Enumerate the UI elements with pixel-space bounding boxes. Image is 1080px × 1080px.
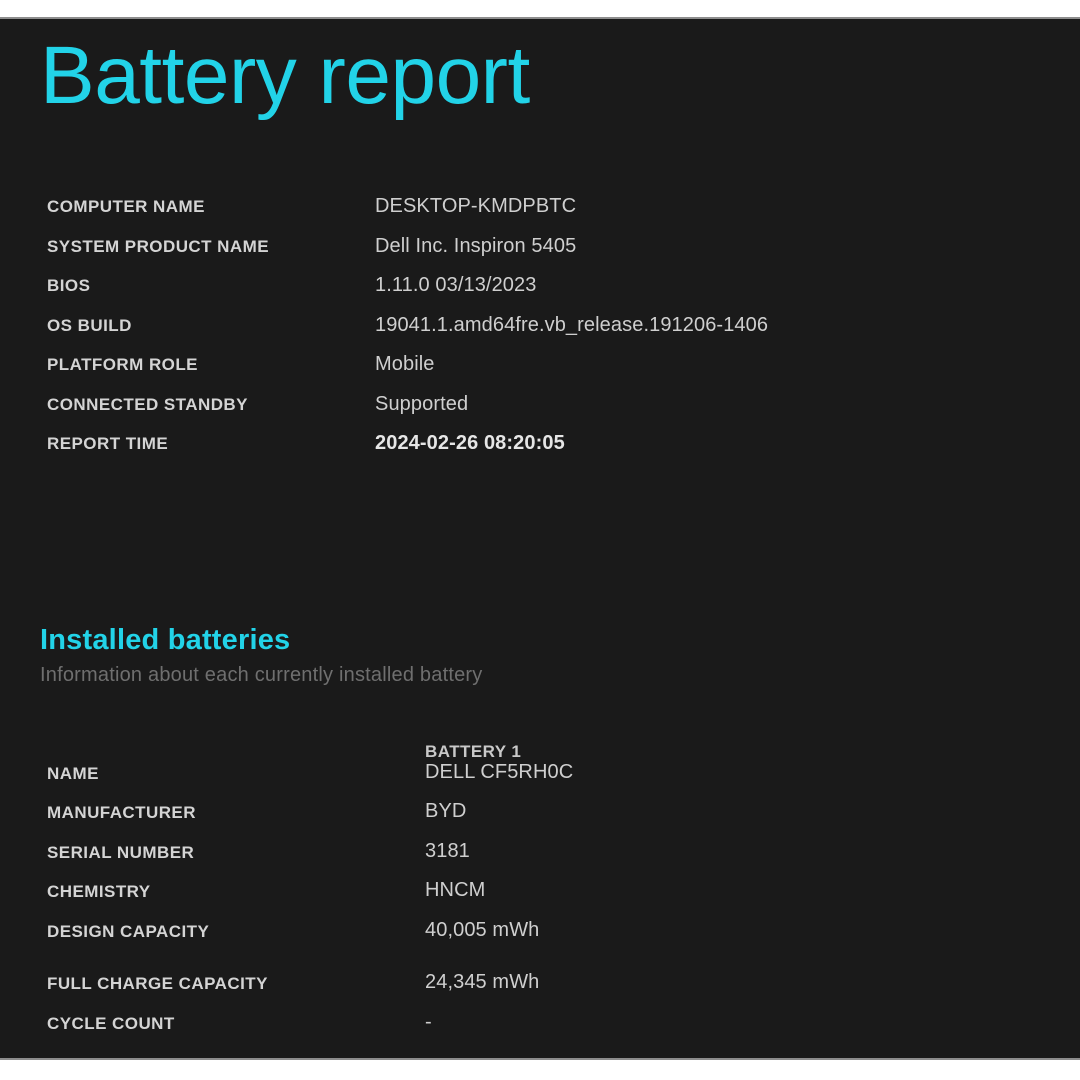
table-row: CYCLE COUNT - [47,1010,1007,1054]
installed-batteries-section-header: Installed batteries Information about ea… [40,623,1020,687]
table-row: REPORT TIME 2024-02-26 08:20:05 [47,432,1007,474]
row-value: DELL CF5RH0C [425,760,574,783]
table-row: FULL CHARGE CAPACITY 24,345 mWh [47,971,1007,1014]
table-row: MANUFACTURER BYD [47,800,1007,843]
row-value: 1.11.0 03/13/2023 [375,274,537,296]
installed-batteries-table: BATTERY 1 NAME DELL CF5RH0C MANUFACTURER… [47,724,1007,1053]
row-label: OS BUILD [47,315,132,335]
table-row: CONNECTED STANDBY Supported [47,392,1007,435]
row-label: SERIAL NUMBER [47,842,195,862]
table-row: NAME DELL CF5RH0C [47,760,1007,804]
row-label: CYCLE COUNT [47,1013,175,1033]
row-label: DESIGN CAPACITY [47,921,210,941]
section-subtitle: Information about each currently install… [40,663,483,686]
section-title: Installed batteries [40,624,291,656]
battery-report-page: Battery report COMPUTER NAME DESKTOP-KMD… [0,0,1080,1080]
row-label: BIOS [47,276,91,295]
table-row: SYSTEM PRODUCT NAME Dell Inc. Inspiron 5… [47,234,1007,277]
table-row: DESIGN CAPACITY 40,005 mWh [47,918,1007,962]
page-title: Battery report [40,30,530,121]
report-body: Battery report COMPUTER NAME DESKTOP-KMD… [0,19,1080,1058]
row-value: Mobile [375,353,435,375]
row-label: COMPUTER NAME [47,197,205,216]
row-value: Supported [375,392,469,415]
table-row: PLATFORM ROLE Mobile [47,353,1007,395]
page-top-margin [0,0,1080,17]
row-label: CONNECTED STANDBY [47,394,248,414]
table-row: OS BUILD 19041.1.amd64fre.vb_release.191… [47,313,1007,356]
table-row: COMPUTER NAME DESKTOP-KMDPBTC [47,195,1007,237]
row-value: 19041.1.amd64fre.vb_release.191206-1406 [375,313,769,336]
row-label: MANUFACTURER [47,803,196,822]
row-value: Dell Inc. Inspiron 5405 [375,234,577,257]
row-label: FULL CHARGE CAPACITY [47,974,268,993]
row-value: BYD [425,800,467,822]
row-label: NAME [47,763,99,783]
row-label: REPORT TIME [47,434,169,453]
table-header-row: BATTERY 1 [47,724,1007,764]
table-row: CHEMISTRY HNCM [47,879,1007,922]
page-bottom-margin [0,1060,1080,1080]
row-value: DESKTOP-KMDPBTC [375,195,577,217]
row-value: 24,345 mWh [425,971,540,993]
row-label: PLATFORM ROLE [47,355,198,374]
row-value: 40,005 mWh [425,918,540,941]
row-label: SYSTEM PRODUCT NAME [47,236,270,256]
row-value: 3181 [425,839,470,862]
table-row: BIOS 1.11.0 03/13/2023 [47,274,1007,316]
row-value: - [425,1010,432,1033]
row-label: CHEMISTRY [47,882,151,901]
table-row: SERIAL NUMBER 3181 [47,839,1007,883]
system-info-table: COMPUTER NAME DESKTOP-KMDPBTC SYSTEM PRO… [47,195,1007,474]
row-value: 2024-02-26 08:20:05 [375,432,565,454]
row-value: HNCM [425,879,486,901]
column-header-battery-1: BATTERY 1 [425,742,522,761]
